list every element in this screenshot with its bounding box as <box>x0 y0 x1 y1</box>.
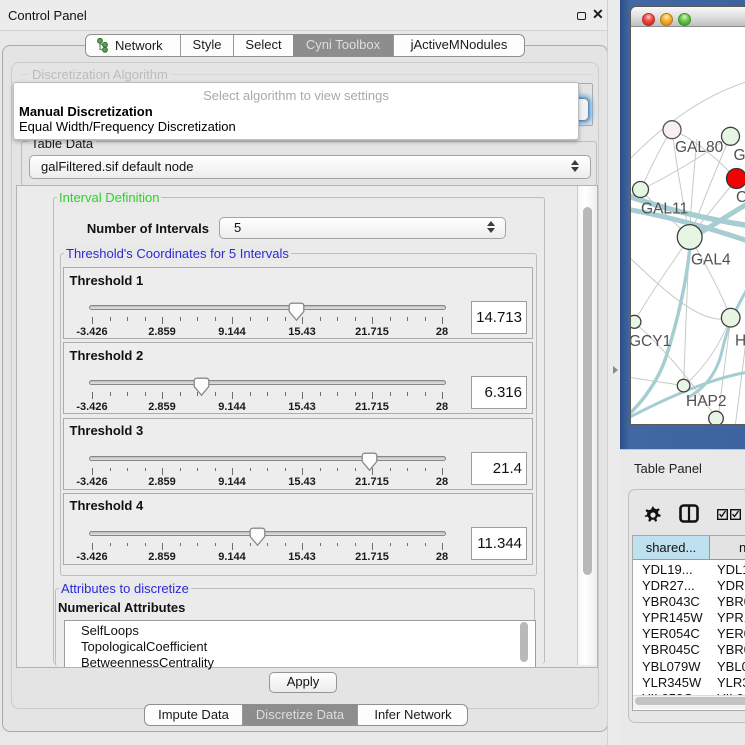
svg-text:GCY1: GCY1 <box>631 333 671 350</box>
svg-text:H: H <box>735 333 745 350</box>
svg-text:G.: G. <box>734 147 745 164</box>
svg-text:GAL80: GAL80 <box>675 139 724 156</box>
svg-text:GAL4: GAL4 <box>691 252 731 269</box>
svg-text:HAP2: HAP2 <box>686 393 727 410</box>
svg-text:C: C <box>736 189 745 206</box>
svg-text:GAL11: GAL11 <box>641 201 688 218</box>
